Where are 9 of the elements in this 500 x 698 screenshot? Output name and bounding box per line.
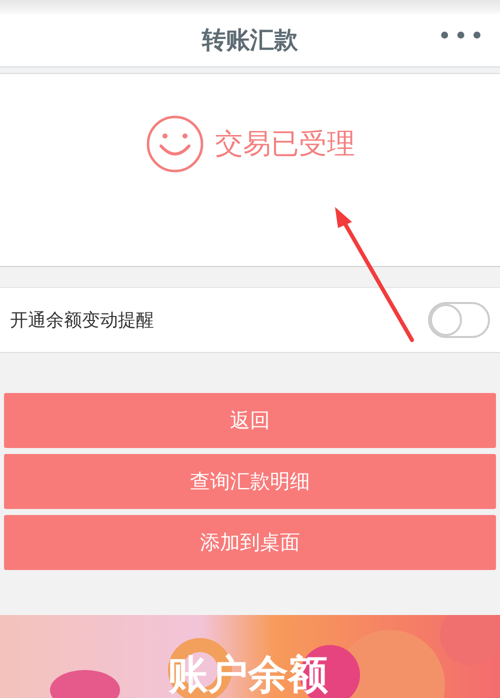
action-button[interactable]: 查询汇款明细 bbox=[4, 454, 496, 509]
more-menu-button[interactable]: ••• bbox=[438, 22, 486, 50]
action-button[interactable]: 返回 bbox=[4, 393, 496, 448]
smiley-icon bbox=[145, 114, 205, 174]
reminder-label: 开通余额变动提醒 bbox=[10, 309, 154, 332]
page-title: 转账汇款 bbox=[202, 25, 298, 56]
status-message: 交易已受理 bbox=[215, 126, 355, 162]
action-button[interactable]: 添加到桌面 bbox=[4, 515, 496, 570]
reminder-toggle[interactable] bbox=[428, 302, 490, 338]
